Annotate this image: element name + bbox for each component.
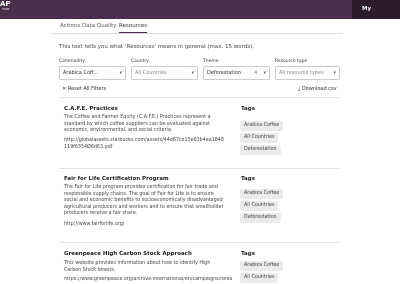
tag-country: All Countries <box>240 133 279 143</box>
download-csv-button[interactable]: ⤓ Download csv <box>298 86 337 92</box>
theme-select[interactable]: Deforestation ✕ ▾ <box>203 66 270 80</box>
tags-label: Tags <box>241 251 255 257</box>
tag-commodity: Arabica Coffee <box>240 261 284 271</box>
resource-title: Greenpeace High Carbon Stock Approach <box>64 251 192 257</box>
chevron-down-icon: ▾ <box>263 70 266 76</box>
tab-resources[interactable]: Resources <box>119 23 148 33</box>
tab-actions[interactable]: Actions <box>60 23 80 29</box>
tags-label: Tags <box>241 106 255 112</box>
app-logo[interactable]: AP TION <box>0 1 11 12</box>
resource-type-placeholder: All resource types <box>279 70 324 76</box>
resource-type-label: Resource type <box>275 59 308 64</box>
chevron-down-icon: ▾ <box>119 70 122 76</box>
my-analyses-button[interactable]: My analyses <box>352 0 400 31</box>
commodity-value: Arabica Coff... <box>63 70 99 76</box>
resource-type-select[interactable]: All resource types ▾ <box>275 66 340 80</box>
theme-value: Deforestation <box>207 70 241 76</box>
tag-commodity: Arabica Coffee <box>240 189 284 199</box>
country-label: Country <box>131 59 149 64</box>
divider <box>59 242 340 243</box>
tab-data-quality[interactable]: Data Quality <box>82 23 117 29</box>
resource-title: C.A.F.E. Practices <box>64 106 118 112</box>
chevron-down-icon: ▾ <box>333 70 336 76</box>
commodity-select[interactable]: Arabica Coff... ▾ <box>59 66 126 80</box>
tag-country: All Countries <box>240 273 279 283</box>
resource-link[interactable]: http://globalassets.starbucks.com/assets… <box>64 138 224 151</box>
reset-filters-label: Reset All Filters <box>67 86 107 92</box>
resource-link[interactable]: https://www.greenpeace.org/archive-inter… <box>64 277 234 284</box>
tag-commodity: Arabica Coffee <box>240 121 284 131</box>
tag-country: All Countries <box>240 201 279 211</box>
resource-link[interactable]: http://www.fairforlife.org/ <box>64 222 224 229</box>
top-bar: AP TION My analyses <box>0 0 400 31</box>
resource-description: The Coffee and Farmer Equity (C.A.F.E.) … <box>64 115 211 134</box>
country-placeholder: All Countries <box>135 70 167 76</box>
tag-theme: Deforestation <box>240 213 281 223</box>
resource-description: The Fair for Life program provides certi… <box>64 185 224 217</box>
chevron-down-icon: ▾ <box>191 70 194 76</box>
country-select[interactable]: All Countries ▾ <box>131 66 198 80</box>
tab-bar: Actions Data Quality Resources <box>52 20 342 34</box>
close-icon: ✕ <box>62 86 67 92</box>
download-csv-label: Download csv <box>301 86 337 92</box>
divider <box>59 97 340 98</box>
clear-icon[interactable]: ✕ <box>254 67 258 79</box>
tag-theme: Deforestation <box>240 145 281 155</box>
download-icon: ⤓ <box>298 86 301 92</box>
logo-subtext: TION <box>2 7 10 11</box>
intro-text: This text tells you what 'Resources' mea… <box>59 44 255 50</box>
resource-title: Fair for Life Certification Program <box>64 176 169 182</box>
resource-description: This website provides information about … <box>64 261 211 273</box>
commodity-label: Commodity <box>59 59 85 64</box>
divider <box>59 168 340 169</box>
theme-label: Theme <box>203 59 219 64</box>
reset-filters-button[interactable]: ✕ Reset All Filters <box>62 86 106 92</box>
tags-label: Tags <box>241 176 255 182</box>
